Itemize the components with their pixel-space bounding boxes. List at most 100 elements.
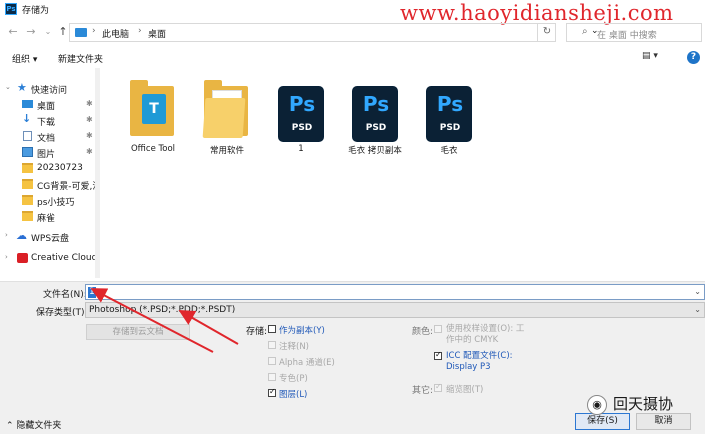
pin-icon: ✱ [86, 99, 93, 108]
sidebar-item-label: 20230723 [37, 163, 83, 173]
ps-logo: Ps [362, 92, 390, 116]
folder-icon [22, 195, 33, 205]
ps-logo: Ps [288, 92, 316, 116]
icc-profile-label[interactable]: ICC 配置文件(C): Display P3 [446, 351, 516, 373]
file-item-sweater-copy[interactable]: Ps PSD 毛衣 拷贝副本 [338, 76, 412, 162]
filename-field[interactable]: 1 ⌄ [85, 284, 705, 300]
back-arrow-icon[interactable]: ← [6, 25, 20, 39]
sidebar-item-folder-20230723[interactable]: 20230723 [0, 160, 100, 176]
pin-icon: ✱ [86, 131, 93, 140]
chevron-down-icon[interactable]: ⌄ [694, 287, 701, 296]
filetype-value: Photoshop (*.PSD;*.PDD;*.PSDT) [89, 305, 236, 315]
recent-locations-chevron-icon[interactable]: ⌄ [41, 25, 55, 39]
up-arrow-icon[interactable]: ↑ [56, 25, 70, 39]
hide-folders-label: 隐藏文件夹 [16, 421, 62, 431]
folder-icon [22, 211, 33, 221]
other-label: 其它: [412, 386, 434, 396]
ps-logo: Ps [436, 92, 464, 116]
watermark-account: ◉ 回天摄协 [587, 393, 673, 415]
file-item-office-tool[interactable]: T Office Tool [116, 76, 190, 162]
thumbnail-checkbox[interactable] [434, 382, 442, 392]
sidebar-item-pictures[interactable]: 图片 ✱ [0, 144, 100, 160]
save-to-cloud-button[interactable]: 存储到云文档 [86, 324, 190, 340]
psd-file-icon: Ps PSD [352, 86, 398, 142]
layers-checkbox[interactable] [268, 387, 276, 397]
photoshop-app-icon: Ps [5, 3, 17, 15]
sidebar-item-desktop[interactable]: 桌面 ✱ [0, 96, 100, 112]
file-item-common-software[interactable]: 常用软件 [190, 76, 264, 162]
notes-checkbox[interactable] [268, 341, 276, 349]
folder-icon [22, 179, 33, 189]
proof-setup-checkbox[interactable] [434, 325, 442, 333]
file-name: 1 [298, 144, 304, 154]
alpha-channels-checkbox[interactable] [268, 357, 276, 365]
folder-icon [22, 163, 33, 173]
sidebar-item-quick-access[interactable]: ⌄ ★ 快速访问 [0, 80, 100, 96]
psd-file-icon: Ps PSD [426, 86, 472, 142]
sidebar-item-label: 桌面 [37, 102, 56, 112]
help-icon[interactable]: ? [687, 51, 700, 64]
sidebar-scrollbar[interactable] [95, 68, 100, 278]
cloud-icon: ☁ [16, 229, 27, 242]
search-input[interactable]: ⌕ 在 桌面 中搜索 [566, 23, 702, 42]
title-bar: Ps 存储为 www.haoyidiansheji.com [0, 0, 705, 25]
sidebar-item-documents[interactable]: 文档 ✱ [0, 128, 100, 144]
sidebar-item-label: 快速访问 [31, 86, 68, 96]
file-item-sweater[interactable]: Ps PSD 毛衣 [412, 76, 486, 162]
breadcrumb-desktop[interactable]: 桌面 [148, 27, 166, 40]
sidebar-item-wps-cloud[interactable]: › ☁ WPS云盘 [0, 228, 100, 244]
sidebar-item-folder-sparrow[interactable]: 麻雀 [0, 208, 100, 224]
filetype-select[interactable]: Photoshop (*.PSD;*.PDD;*.PSDT) ⌄ [85, 302, 705, 318]
folder-icon: T [130, 80, 174, 138]
forward-arrow-icon[interactable]: → [24, 25, 38, 39]
sidebar-item-folder-cg[interactable]: CG背景-可爱,流 [0, 176, 100, 192]
psd-file-icon: Ps PSD [278, 86, 324, 142]
refresh-icon[interactable]: ↻ [537, 23, 556, 42]
icc-profile-checkbox[interactable] [434, 350, 442, 360]
pin-icon: ✱ [86, 115, 93, 124]
layers-label[interactable]: 图层(L) [279, 388, 307, 400]
save-button[interactable]: 保存(S) [575, 413, 630, 430]
as-copy-label[interactable]: 作为副本(Y) [279, 324, 325, 336]
filename-label: 文件名(N): [43, 290, 87, 300]
organize-menu[interactable]: 组织 ▾ [12, 52, 37, 65]
navigation-bar: ← → ⌄ ↑ › 此电脑 › 桌面 ⌄ ↻ ⌕ 在 桌面 中搜索 [0, 20, 705, 46]
sidebar-item-label: 下载 [37, 118, 56, 128]
star-icon: ★ [17, 81, 27, 94]
chevron-right-icon: › [5, 253, 8, 261]
watermark-account-name: 回天摄协 [613, 395, 674, 413]
proof-setup-label: 使用校样设置(O): 工作中的 CMYK [446, 324, 525, 345]
view-options-icon[interactable]: ▤ ▾ [642, 51, 658, 61]
navigation-pane: ⌄ ★ 快速访问 桌面 ✱ ↓ 下载 ✱ 文档 ✱ 图片 ✱ 20230723 … [0, 68, 100, 280]
sidebar-item-folder-ps-tips[interactable]: ps小技巧 [0, 192, 100, 208]
download-icon: ↓ [22, 112, 32, 125]
sidebar-item-label: 图片 [37, 150, 56, 160]
file-item-1[interactable]: Ps PSD 1 [264, 76, 338, 162]
breadcrumb-separator-icon: › [92, 26, 96, 36]
psd-ext: PSD [439, 123, 461, 133]
sidebar-item-label: Creative Cloud F [31, 253, 100, 263]
address-bar[interactable]: › 此电脑 › 桌面 ⌄ [69, 23, 599, 42]
color-label: 颜色: [412, 327, 434, 337]
chevron-up-icon: ⌃ [6, 421, 14, 431]
sidebar-item-downloads[interactable]: ↓ 下载 ✱ [0, 112, 100, 128]
chevron-down-icon: ⌄ [694, 305, 701, 314]
sidebar-item-label: ps小技巧 [37, 198, 75, 208]
pin-icon: ✱ [86, 147, 93, 156]
filename-value[interactable]: 1 [88, 287, 96, 298]
sidebar-item-label: 文档 [37, 134, 56, 144]
spot-colors-label: 专色(P) [279, 374, 308, 384]
spot-colors-checkbox[interactable] [268, 373, 276, 381]
file-name: Office Tool [130, 144, 176, 154]
psd-ext: PSD [291, 123, 313, 133]
search-placeholder: 在 桌面 中搜索 [597, 31, 657, 41]
new-folder-button[interactable]: 新建文件夹 [58, 52, 103, 65]
creative-cloud-icon [17, 253, 28, 263]
as-copy-checkbox[interactable] [268, 325, 276, 333]
cancel-button[interactable]: 取消 [636, 413, 691, 430]
sidebar-item-creative-cloud[interactable]: › Creative Cloud F [0, 250, 100, 266]
save-label: 存储: [246, 327, 268, 337]
hide-folders-toggle[interactable]: ⌃ 隐藏文件夹 [6, 418, 61, 431]
breadcrumb-this-pc[interactable]: 此电脑 [102, 27, 129, 40]
this-pc-icon [75, 28, 87, 37]
